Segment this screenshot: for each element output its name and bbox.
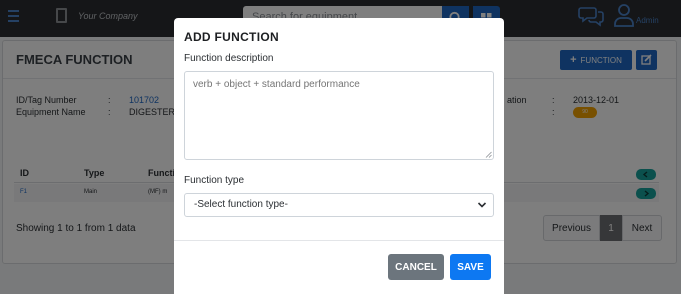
function-type-select[interactable]: -Select function type- (184, 193, 494, 217)
description-input[interactable] (184, 71, 494, 160)
resize-grip-icon[interactable] (485, 151, 492, 158)
modal-footer-divider (174, 240, 504, 241)
save-button[interactable]: SAVE (450, 254, 491, 280)
type-label: Function type (184, 175, 245, 186)
description-label: Function description (184, 53, 274, 64)
cancel-button[interactable]: CANCEL (388, 254, 444, 280)
chevron-down-icon (477, 202, 487, 208)
modal-title: ADD FUNCTION (184, 30, 279, 44)
add-function-modal: ADD FUNCTION Function description Functi… (174, 18, 504, 294)
